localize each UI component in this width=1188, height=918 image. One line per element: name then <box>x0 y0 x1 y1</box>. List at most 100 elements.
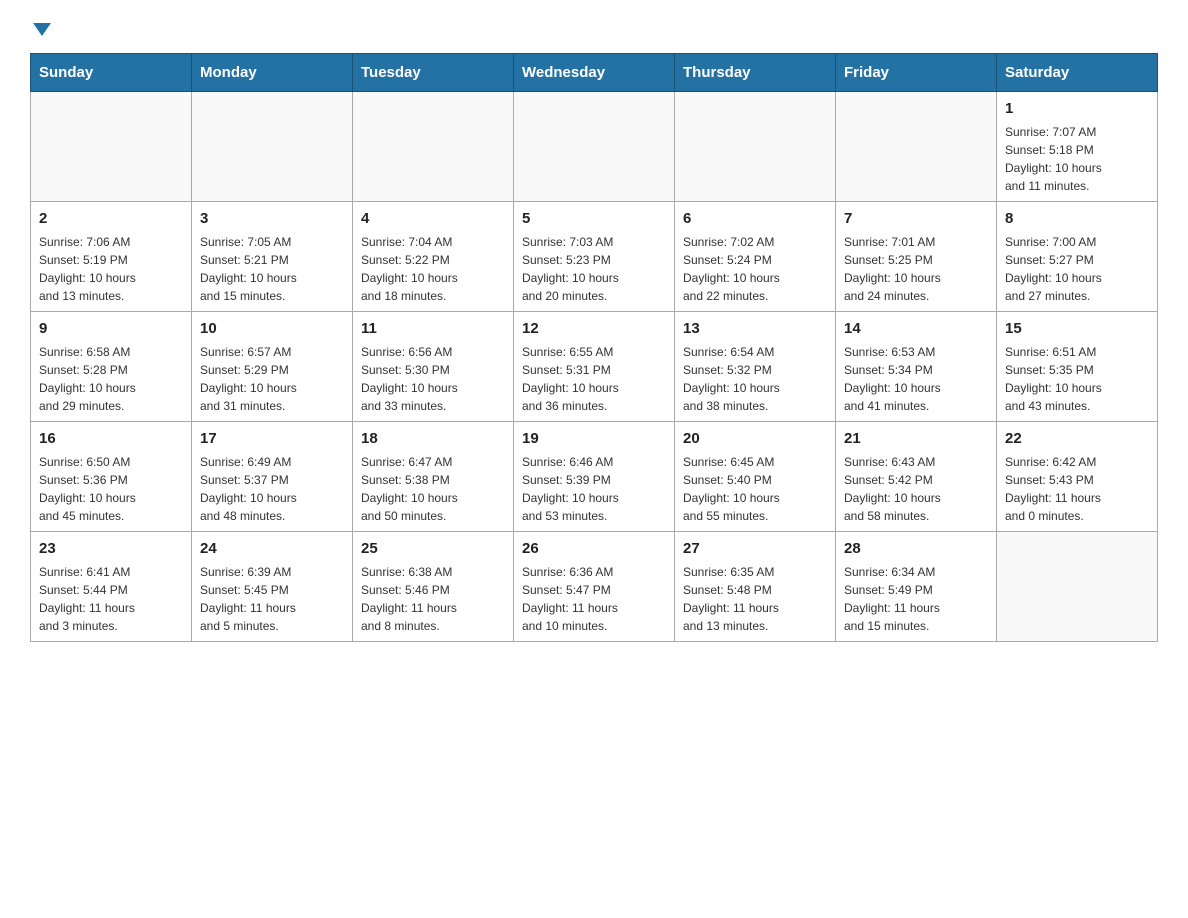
calendar-cell: 26 Sunrise: 6:36 AM Sunset: 5:47 PM Dayli… <box>514 532 675 642</box>
calendar-cell: 5 Sunrise: 7:03 AM Sunset: 5:23 PM Daylig… <box>514 202 675 312</box>
day-number: 16 <box>39 428 183 449</box>
calendar-table: SundayMondayTuesdayWednesdayThursdayFrid… <box>30 53 1158 642</box>
day-info: Sunrise: 6:58 AM Sunset: 5:28 PM Dayligh… <box>39 343 183 415</box>
calendar-cell: 1 Sunrise: 7:07 AM Sunset: 5:18 PM Daylig… <box>997 92 1158 202</box>
header-thursday: Thursday <box>675 54 836 92</box>
day-info: Sunrise: 6:45 AM Sunset: 5:40 PM Dayligh… <box>683 453 827 525</box>
day-number: 26 <box>522 538 666 559</box>
header-saturday: Saturday <box>997 54 1158 92</box>
header-wednesday: Wednesday <box>514 54 675 92</box>
day-number: 20 <box>683 428 827 449</box>
calendar-body: 1 Sunrise: 7:07 AM Sunset: 5:18 PM Daylig… <box>31 92 1158 642</box>
day-info: Sunrise: 6:42 AM Sunset: 5:43 PM Dayligh… <box>1005 453 1149 525</box>
day-number: 3 <box>200 208 344 229</box>
calendar-cell: 4 Sunrise: 7:04 AM Sunset: 5:22 PM Daylig… <box>353 202 514 312</box>
day-number: 12 <box>522 318 666 339</box>
day-info: Sunrise: 6:36 AM Sunset: 5:47 PM Dayligh… <box>522 563 666 635</box>
calendar-cell: 22 Sunrise: 6:42 AM Sunset: 5:43 PM Dayli… <box>997 422 1158 532</box>
day-number: 22 <box>1005 428 1149 449</box>
calendar-cell: 13 Sunrise: 6:54 AM Sunset: 5:32 PM Dayli… <box>675 312 836 422</box>
day-number: 21 <box>844 428 988 449</box>
day-info: Sunrise: 6:50 AM Sunset: 5:36 PM Dayligh… <box>39 453 183 525</box>
day-info: Sunrise: 6:57 AM Sunset: 5:29 PM Dayligh… <box>200 343 344 415</box>
day-info: Sunrise: 7:06 AM Sunset: 5:19 PM Dayligh… <box>39 233 183 305</box>
day-info: Sunrise: 6:47 AM Sunset: 5:38 PM Dayligh… <box>361 453 505 525</box>
calendar-cell: 8 Sunrise: 7:00 AM Sunset: 5:27 PM Daylig… <box>997 202 1158 312</box>
calendar-cell <box>192 92 353 202</box>
header-monday: Monday <box>192 54 353 92</box>
day-info: Sunrise: 7:01 AM Sunset: 5:25 PM Dayligh… <box>844 233 988 305</box>
day-info: Sunrise: 6:43 AM Sunset: 5:42 PM Dayligh… <box>844 453 988 525</box>
day-number: 4 <box>361 208 505 229</box>
day-number: 5 <box>522 208 666 229</box>
day-number: 7 <box>844 208 988 229</box>
day-info: Sunrise: 7:05 AM Sunset: 5:21 PM Dayligh… <box>200 233 344 305</box>
calendar-cell: 10 Sunrise: 6:57 AM Sunset: 5:29 PM Dayli… <box>192 312 353 422</box>
page-header <box>30 20 1158 33</box>
calendar-cell <box>31 92 192 202</box>
week-row-2: 2 Sunrise: 7:06 AM Sunset: 5:19 PM Daylig… <box>31 202 1158 312</box>
week-row-4: 16 Sunrise: 6:50 AM Sunset: 5:36 PM Dayli… <box>31 422 1158 532</box>
calendar-cell: 28 Sunrise: 6:34 AM Sunset: 5:49 PM Dayli… <box>836 532 997 642</box>
calendar-cell: 20 Sunrise: 6:45 AM Sunset: 5:40 PM Dayli… <box>675 422 836 532</box>
calendar-cell: 7 Sunrise: 7:01 AM Sunset: 5:25 PM Daylig… <box>836 202 997 312</box>
day-info: Sunrise: 7:02 AM Sunset: 5:24 PM Dayligh… <box>683 233 827 305</box>
day-number: 14 <box>844 318 988 339</box>
day-number: 2 <box>39 208 183 229</box>
day-info: Sunrise: 6:55 AM Sunset: 5:31 PM Dayligh… <box>522 343 666 415</box>
day-number: 10 <box>200 318 344 339</box>
calendar-cell: 3 Sunrise: 7:05 AM Sunset: 5:21 PM Daylig… <box>192 202 353 312</box>
calendar-cell: 18Sunrise: 6:47 AM Sunset: 5:38 PM Dayli… <box>353 422 514 532</box>
day-number: 8 <box>1005 208 1149 229</box>
week-row-1: 1 Sunrise: 7:07 AM Sunset: 5:18 PM Daylig… <box>31 92 1158 202</box>
day-number: 25 <box>361 538 505 559</box>
calendar-cell: 17 Sunrise: 6:49 AM Sunset: 5:37 PM Dayli… <box>192 422 353 532</box>
day-number: 6 <box>683 208 827 229</box>
calendar-cell: 11Sunrise: 6:56 AM Sunset: 5:30 PM Dayli… <box>353 312 514 422</box>
calendar-cell: 27 Sunrise: 6:35 AM Sunset: 5:48 PM Dayli… <box>675 532 836 642</box>
day-info: Sunrise: 7:07 AM Sunset: 5:18 PM Dayligh… <box>1005 123 1149 195</box>
week-row-5: 23Sunrise: 6:41 AM Sunset: 5:44 PM Dayli… <box>31 532 1158 642</box>
day-number: 15 <box>1005 318 1149 339</box>
day-number: 27 <box>683 538 827 559</box>
calendar-cell: 6 Sunrise: 7:02 AM Sunset: 5:24 PM Daylig… <box>675 202 836 312</box>
logo-triangle-icon <box>33 23 51 36</box>
calendar-cell: 25 Sunrise: 6:38 AM Sunset: 5:46 PM Dayli… <box>353 532 514 642</box>
calendar-cell <box>353 92 514 202</box>
logo <box>30 20 51 33</box>
header-tuesday: Tuesday <box>353 54 514 92</box>
day-info: Sunrise: 7:03 AM Sunset: 5:23 PM Dayligh… <box>522 233 666 305</box>
day-number: 1 <box>1005 98 1149 119</box>
calendar-cell: 9 Sunrise: 6:58 AM Sunset: 5:28 PM Daylig… <box>31 312 192 422</box>
calendar-cell <box>675 92 836 202</box>
calendar-cell: 24 Sunrise: 6:39 AM Sunset: 5:45 PM Dayli… <box>192 532 353 642</box>
calendar-cell: 23Sunrise: 6:41 AM Sunset: 5:44 PM Dayli… <box>31 532 192 642</box>
day-info: Sunrise: 6:35 AM Sunset: 5:48 PM Dayligh… <box>683 563 827 635</box>
day-info: Sunrise: 6:38 AM Sunset: 5:46 PM Dayligh… <box>361 563 505 635</box>
day-number: 17 <box>200 428 344 449</box>
day-info: Sunrise: 6:53 AM Sunset: 5:34 PM Dayligh… <box>844 343 988 415</box>
day-number: 13 <box>683 318 827 339</box>
day-number: 9 <box>39 318 183 339</box>
day-info: Sunrise: 6:46 AM Sunset: 5:39 PM Dayligh… <box>522 453 666 525</box>
header-sunday: Sunday <box>31 54 192 92</box>
day-info: Sunrise: 6:34 AM Sunset: 5:49 PM Dayligh… <box>844 563 988 635</box>
day-number: 24 <box>200 538 344 559</box>
calendar-cell: 14 Sunrise: 6:53 AM Sunset: 5:34 PM Dayli… <box>836 312 997 422</box>
calendar-cell <box>997 532 1158 642</box>
calendar-cell: 21 Sunrise: 6:43 AM Sunset: 5:42 PM Dayli… <box>836 422 997 532</box>
calendar-cell: 2 Sunrise: 7:06 AM Sunset: 5:19 PM Daylig… <box>31 202 192 312</box>
day-info: Sunrise: 7:04 AM Sunset: 5:22 PM Dayligh… <box>361 233 505 305</box>
day-number: 28 <box>844 538 988 559</box>
day-number: 19 <box>522 428 666 449</box>
calendar-cell: 19 Sunrise: 6:46 AM Sunset: 5:39 PM Dayli… <box>514 422 675 532</box>
day-info: Sunrise: 7:00 AM Sunset: 5:27 PM Dayligh… <box>1005 233 1149 305</box>
day-info: Sunrise: 6:39 AM Sunset: 5:45 PM Dayligh… <box>200 563 344 635</box>
days-of-week-row: SundayMondayTuesdayWednesdayThursdayFrid… <box>31 54 1158 92</box>
day-info: Sunrise: 6:49 AM Sunset: 5:37 PM Dayligh… <box>200 453 344 525</box>
calendar-cell <box>514 92 675 202</box>
calendar-header: SundayMondayTuesdayWednesdayThursdayFrid… <box>31 54 1158 92</box>
calendar-cell: 15Sunrise: 6:51 AM Sunset: 5:35 PM Dayli… <box>997 312 1158 422</box>
day-info: Sunrise: 6:54 AM Sunset: 5:32 PM Dayligh… <box>683 343 827 415</box>
day-info: Sunrise: 6:41 AM Sunset: 5:44 PM Dayligh… <box>39 563 183 635</box>
